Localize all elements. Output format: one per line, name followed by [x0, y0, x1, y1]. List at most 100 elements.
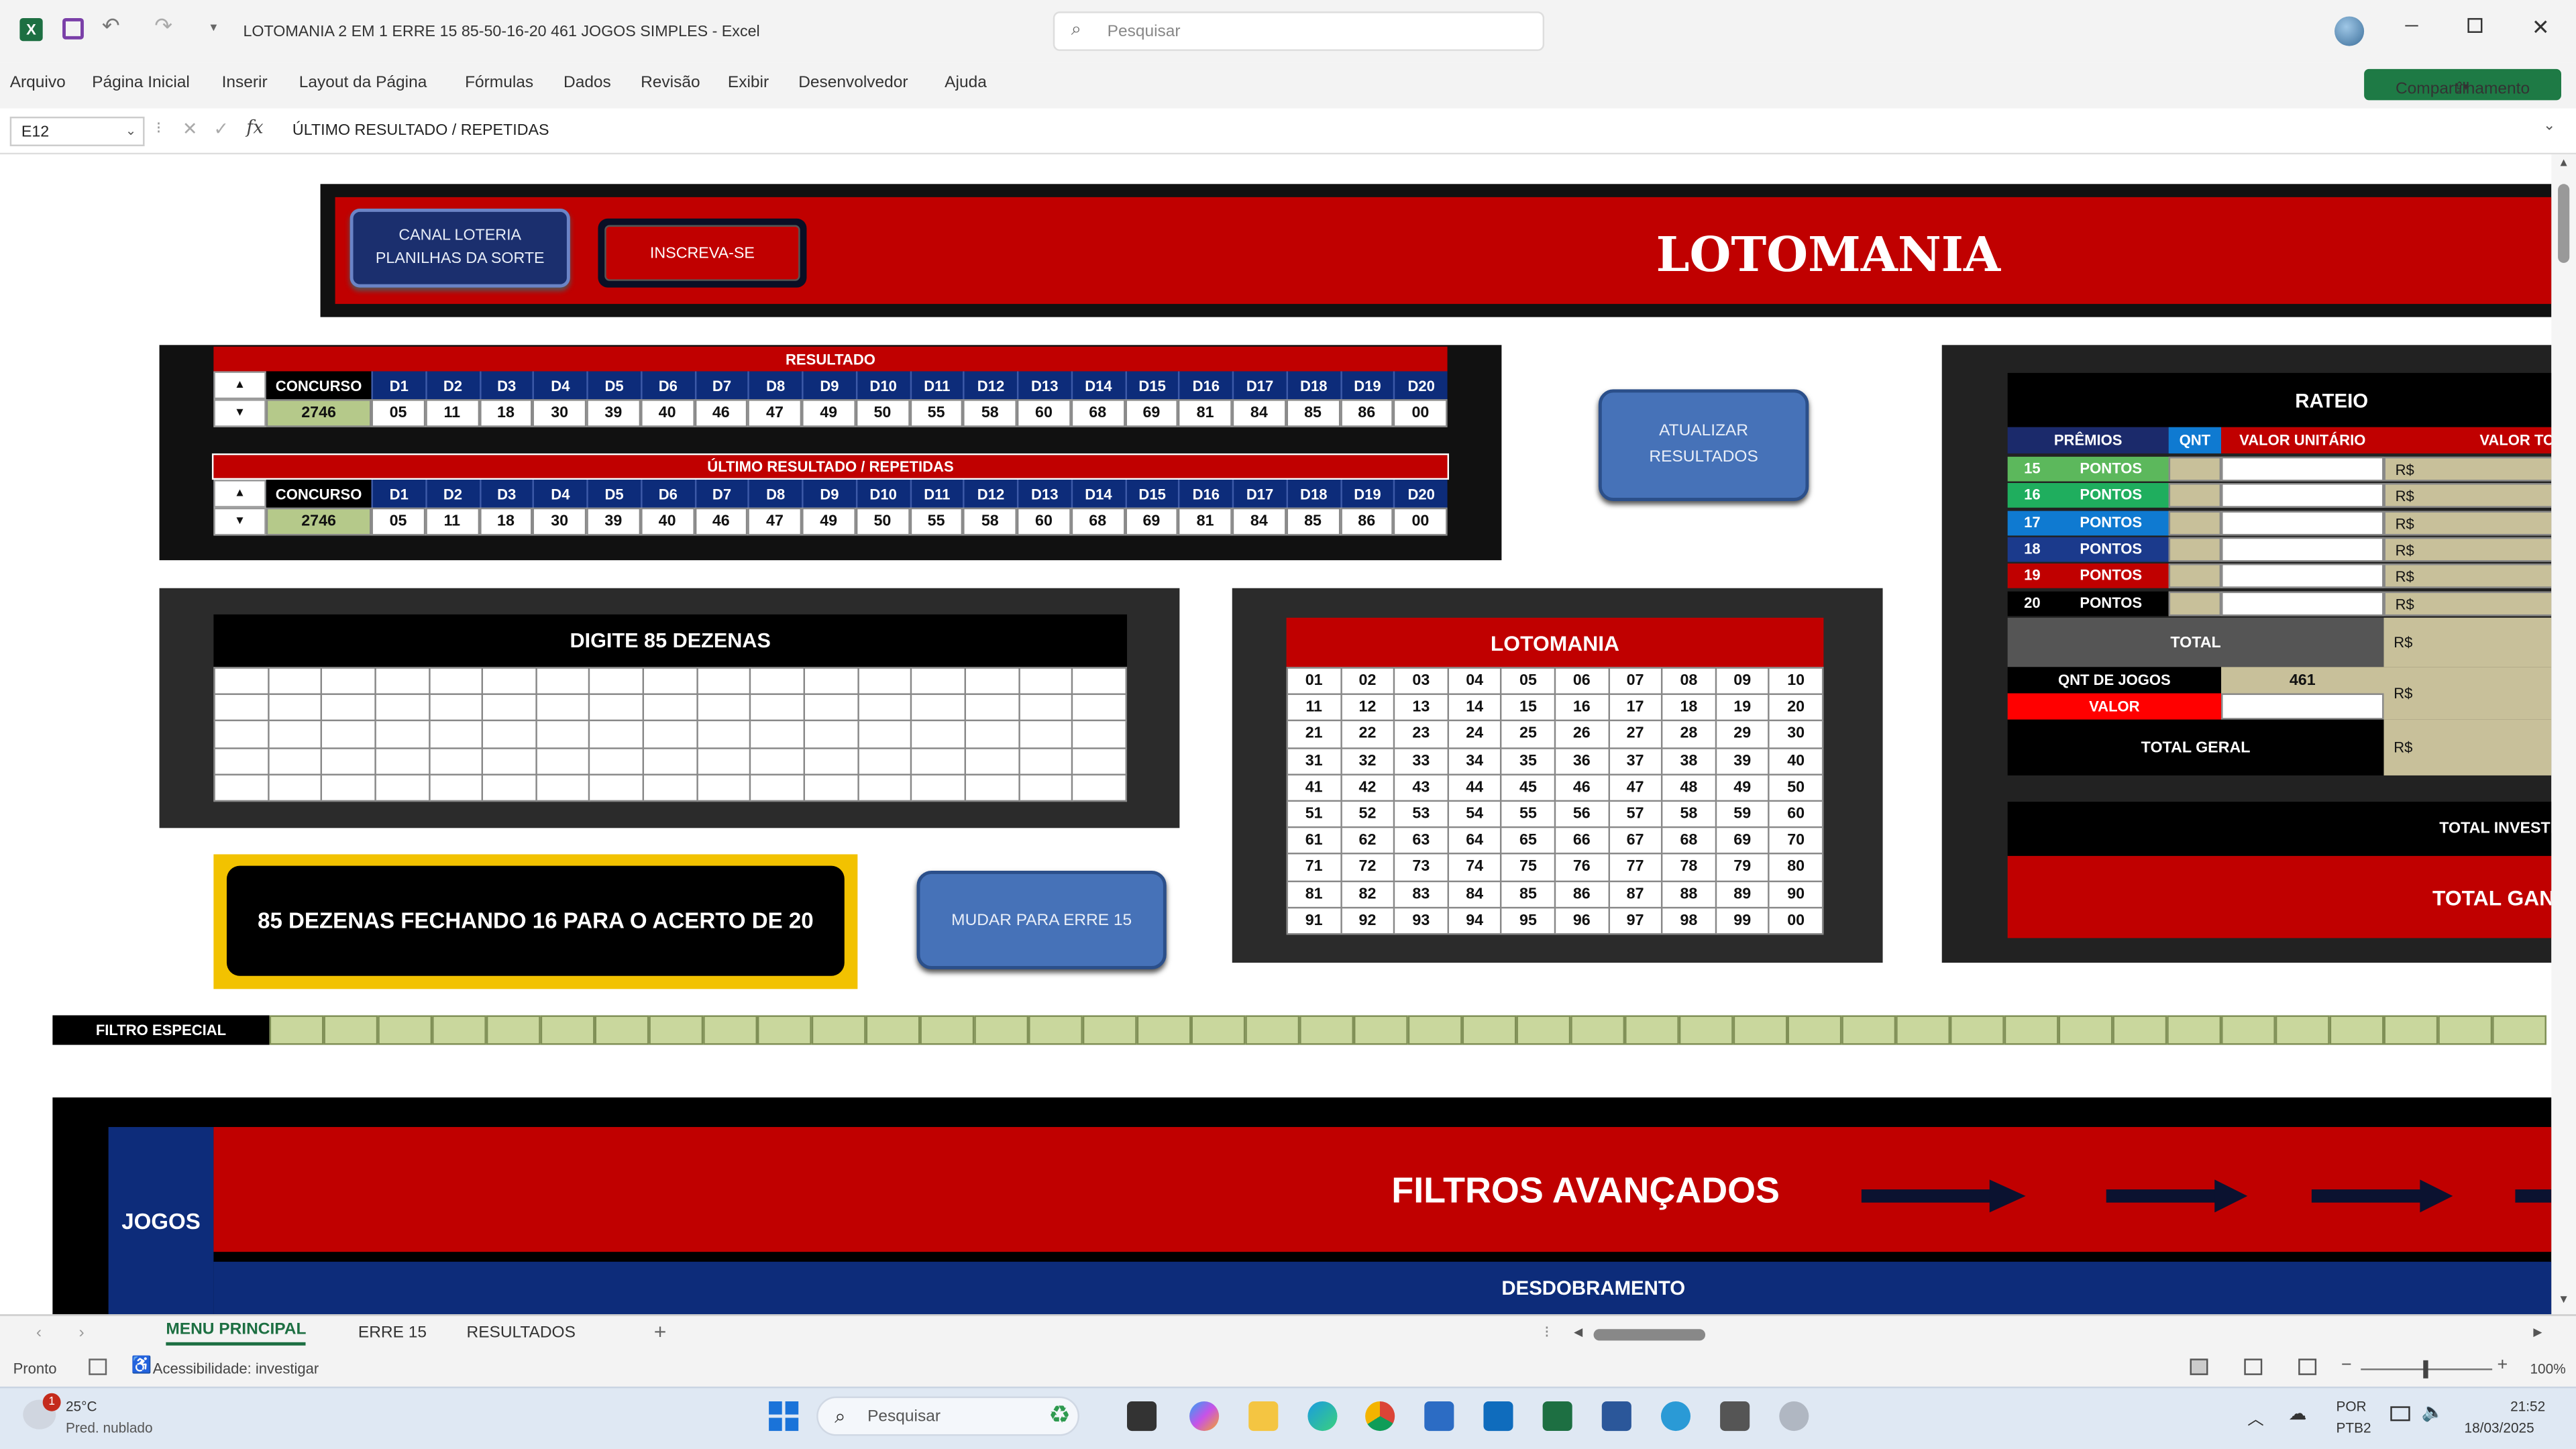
lotomania-number-cell[interactable]: 19 [1715, 693, 1770, 722]
digite-input-cell[interactable] [428, 747, 484, 775]
lotomania-number-cell[interactable]: 77 [1607, 853, 1663, 881]
excel-taskbar-icon[interactable] [1542, 1401, 1572, 1432]
digite-input-cell[interactable] [588, 693, 645, 722]
tab-desenvolvedor[interactable]: Desenvolvedor [798, 74, 908, 92]
canal-loteria-button[interactable]: CANAL LOTERIA PLANILHAS DA SORTE [350, 209, 570, 288]
digite-input-cell[interactable] [482, 747, 537, 775]
zoom-in-icon[interactable]: + [2497, 1355, 2508, 1375]
digite-input-cell[interactable] [964, 667, 1020, 696]
filtro-cell[interactable] [1028, 1015, 1083, 1045]
digite-input-cell[interactable] [749, 720, 806, 749]
lotomania-number-cell[interactable]: 31 [1286, 747, 1342, 775]
display-icon[interactable] [2390, 1406, 2410, 1421]
digite-input-cell[interactable] [482, 720, 537, 749]
filtro-cell[interactable] [1625, 1015, 1679, 1045]
lotomania-number-cell[interactable]: 24 [1447, 720, 1503, 749]
digite-input-cell[interactable] [803, 667, 859, 696]
lotomania-number-cell[interactable]: 41 [1286, 773, 1342, 802]
lotomania-number-cell[interactable]: 20 [1768, 693, 1824, 722]
digite-input-cell[interactable] [803, 747, 859, 775]
lotomania-number-grid[interactable]: 01 02 03 04 05 06 07 08 09 10 11 12 13 14 15 16 17 18 19 20… [1286, 667, 1824, 935]
filtro-cell[interactable] [811, 1015, 866, 1045]
lotomania-number-cell[interactable]: 16 [1554, 693, 1609, 722]
filtro-cell[interactable] [323, 1015, 378, 1045]
lotomania-number-cell[interactable]: 53 [1393, 800, 1449, 828]
digite-input-cell[interactable] [1018, 667, 1073, 696]
worksheet[interactable]: CANAL LOTERIA PLANILHAS DA SORTE INSCREV… [0, 154, 2552, 1315]
clock-date[interactable]: 18/03/2025 [2464, 1419, 2534, 1436]
app-icon[interactable] [1660, 1401, 1691, 1432]
lotomania-number-cell[interactable]: 98 [1661, 906, 1717, 935]
filtro-cell[interactable] [2167, 1015, 2222, 1045]
digite-input-cell[interactable] [696, 773, 752, 802]
function-icon[interactable]: fx [246, 117, 263, 138]
digite-input-cell[interactable] [1071, 693, 1128, 722]
filtro-cell[interactable] [974, 1015, 1029, 1045]
lotomania-number-cell[interactable]: 79 [1715, 853, 1770, 881]
digite-input-cell[interactable] [535, 720, 591, 749]
digite-input-cell[interactable] [910, 720, 966, 749]
lotomania-number-cell[interactable]: 40 [1768, 747, 1824, 775]
clock-time[interactable]: 21:52 [2510, 1398, 2545, 1414]
filtro-cell[interactable] [2329, 1015, 2384, 1045]
lotomania-number-cell[interactable]: 00 [1768, 906, 1824, 935]
lotomania-number-cell[interactable]: 58 [1661, 800, 1717, 828]
outlook-icon[interactable] [1483, 1401, 1513, 1432]
concurso-value[interactable]: 2746 [266, 507, 372, 536]
lotomania-number-cell[interactable]: 75 [1500, 853, 1556, 881]
digite-input-cell[interactable] [642, 693, 698, 722]
digite-input-cell[interactable] [803, 720, 859, 749]
lotomania-number-cell[interactable]: 89 [1715, 879, 1770, 908]
lotomania-number-cell[interactable]: 55 [1500, 800, 1556, 828]
filtro-cell[interactable] [1082, 1015, 1137, 1045]
lotomania-number-cell[interactable]: 39 [1715, 747, 1770, 775]
digite-input-cell[interactable] [857, 720, 912, 749]
digite-input-cell[interactable] [803, 693, 859, 722]
lotomania-number-cell[interactable]: 64 [1447, 826, 1503, 855]
digite-input-cell[interactable] [213, 720, 269, 749]
tab-options-icon[interactable]: ⁝ [1544, 1324, 1550, 1342]
lotomania-number-cell[interactable]: 11 [1286, 693, 1342, 722]
zoom-out-icon[interactable]: − [2341, 1355, 2352, 1375]
scroll-thumb[interactable] [2558, 184, 2570, 263]
digite-input-cell[interactable] [803, 773, 859, 802]
lotomania-number-cell[interactable]: 04 [1447, 667, 1503, 696]
lotomania-number-cell[interactable]: 51 [1286, 800, 1342, 828]
lotomania-number-cell[interactable]: 91 [1286, 906, 1342, 935]
lotomania-number-cell[interactable]: 88 [1661, 879, 1717, 908]
lotomania-number-cell[interactable]: 87 [1607, 879, 1663, 908]
digite-input-cell[interactable] [482, 693, 537, 722]
digite-input-cell[interactable] [642, 667, 698, 696]
lotomania-number-cell[interactable]: 65 [1500, 826, 1556, 855]
filtro-cell[interactable] [1407, 1015, 1462, 1045]
digite-input-cell[interactable] [428, 667, 484, 696]
lotomania-number-cell[interactable]: 63 [1393, 826, 1449, 855]
digite-input-cell[interactable] [428, 773, 484, 802]
filtro-cell[interactable] [920, 1015, 975, 1045]
digite-input-cell[interactable] [1018, 693, 1073, 722]
lotomania-number-cell[interactable]: 96 [1554, 906, 1609, 935]
digite-input-cell[interactable] [749, 693, 806, 722]
digite-input-cell[interactable] [964, 720, 1020, 749]
search-box[interactable]: ⌕ Pesquisar [1053, 11, 1545, 51]
lotomania-number-cell[interactable]: 48 [1661, 773, 1717, 802]
filtro-cell[interactable] [1678, 1015, 1733, 1045]
filtro-cell[interactable] [594, 1015, 649, 1045]
atualizar-resultados-button[interactable]: ATUALIZAR RESULTADOS [1598, 389, 1809, 501]
filtro-cell[interactable] [2492, 1015, 2546, 1045]
filtro-cell[interactable] [703, 1015, 757, 1045]
lotomania-number-cell[interactable]: 59 [1715, 800, 1770, 828]
mudar-erre-15-button[interactable]: MUDAR PARA ERRE 15 [916, 870, 1167, 969]
lotomania-number-cell[interactable]: 49 [1715, 773, 1770, 802]
tab-ajuda[interactable]: Ajuda [945, 74, 987, 92]
lotomania-number-cell[interactable]: 15 [1500, 693, 1556, 722]
digite-input-cell[interactable] [1071, 720, 1128, 749]
lotomania-number-cell[interactable]: 43 [1393, 773, 1449, 802]
lotomania-number-cell[interactable]: 99 [1715, 906, 1770, 935]
digite-input-cell[interactable] [964, 773, 1020, 802]
task-view-icon[interactable] [1127, 1401, 1157, 1432]
digite-input-cell[interactable] [267, 667, 323, 696]
lotomania-number-cell[interactable]: 68 [1661, 826, 1717, 855]
keyboard-layout[interactable]: PTB2 [2336, 1419, 2371, 1436]
normal-view-icon[interactable] [2190, 1358, 2208, 1375]
